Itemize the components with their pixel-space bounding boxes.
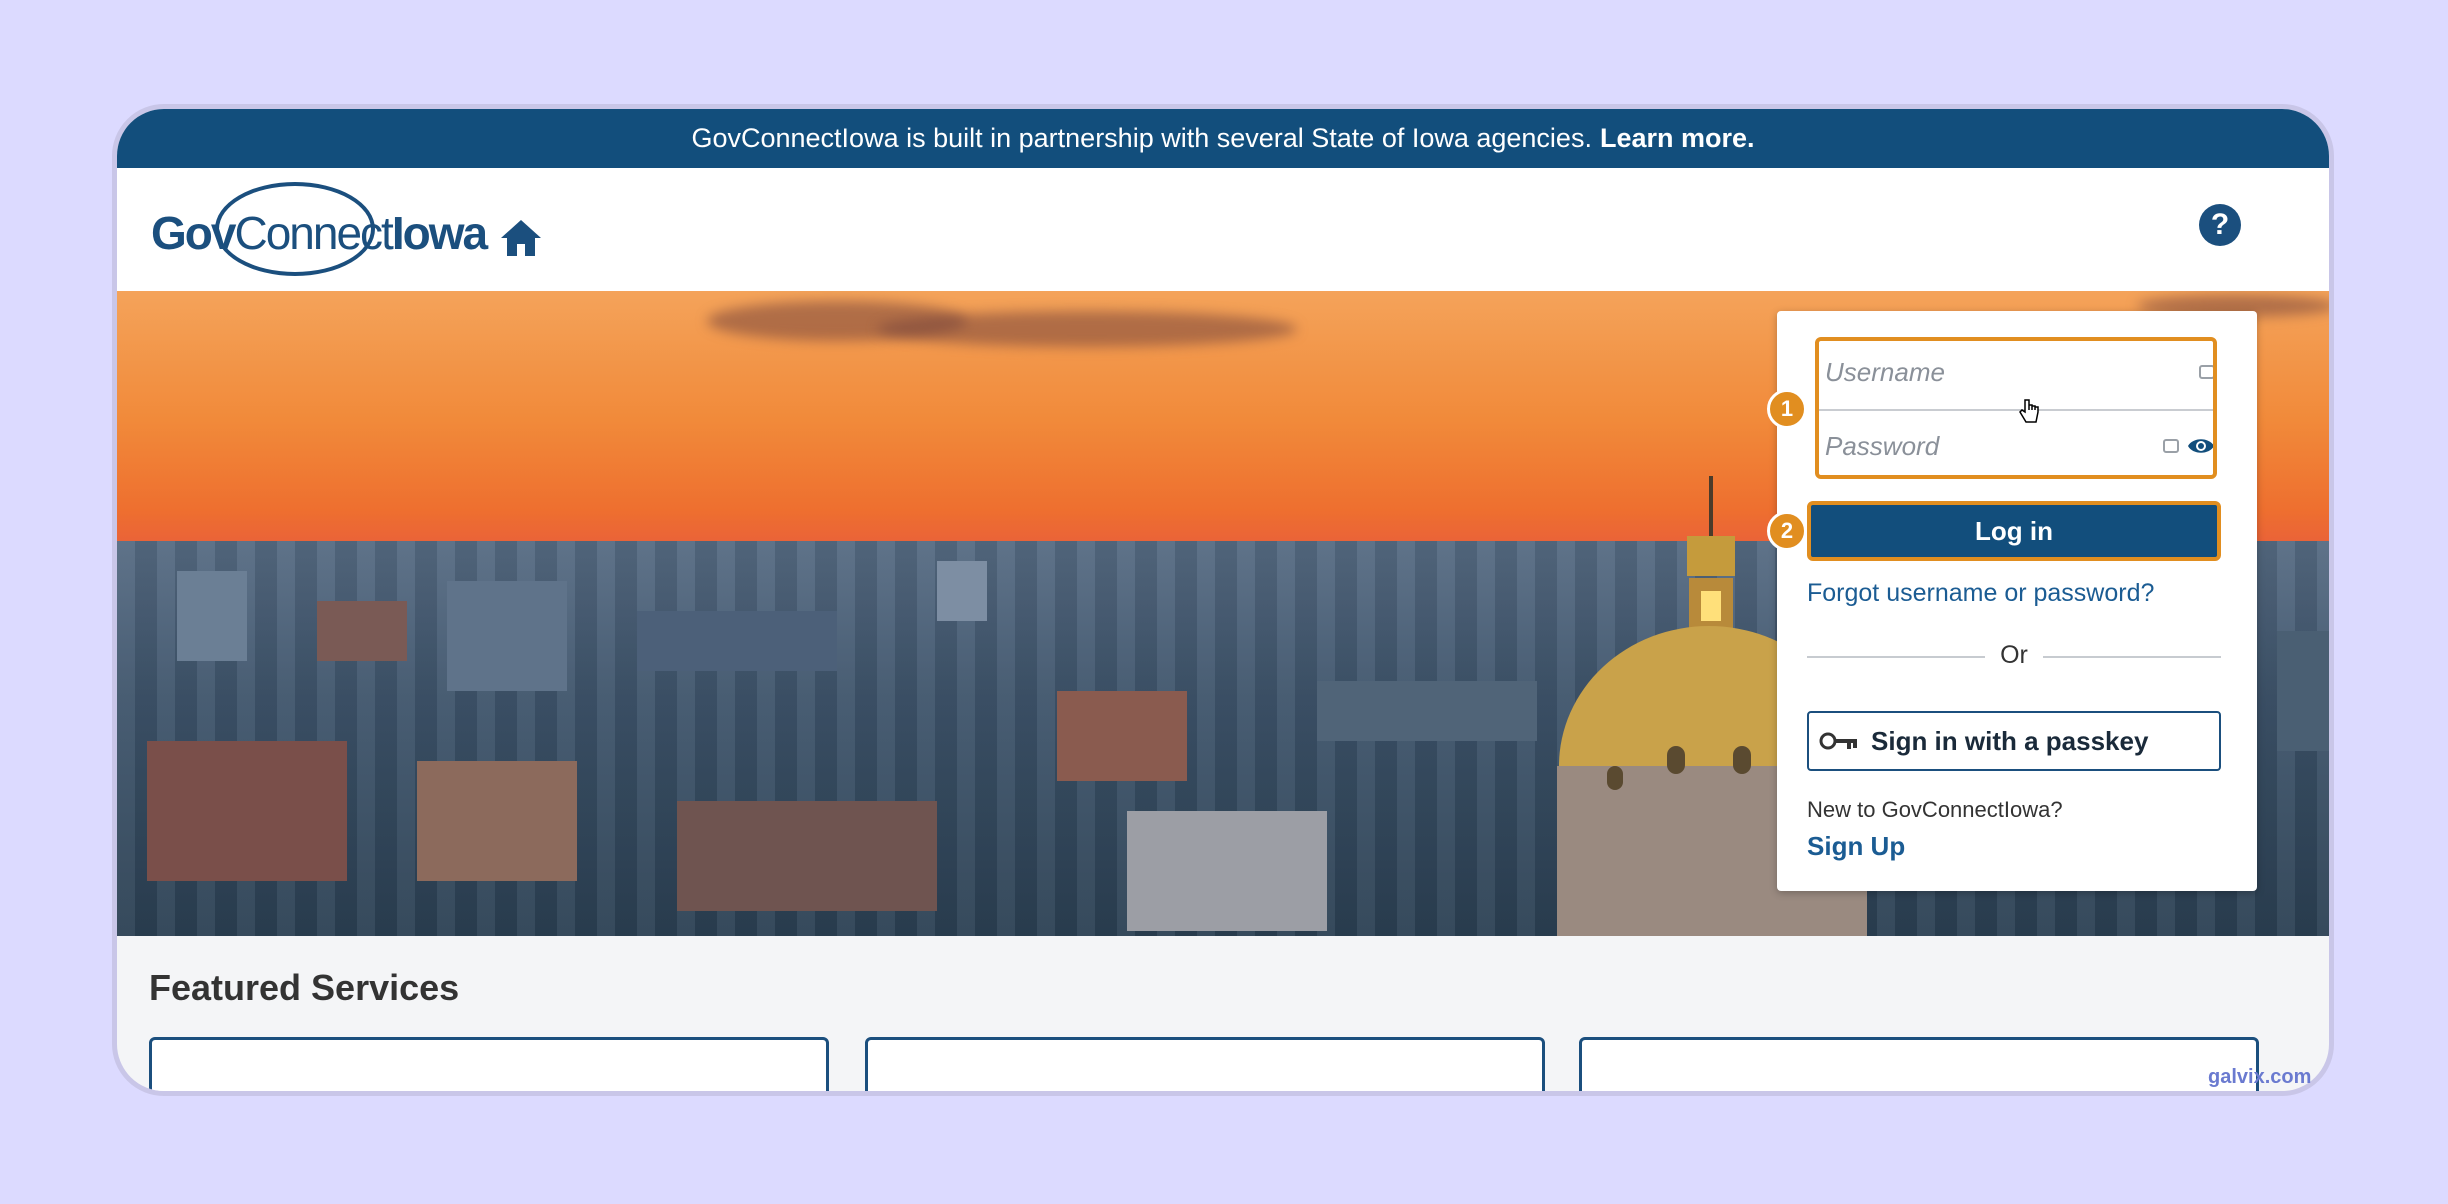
hand-cursor-icon [2019,399,2039,423]
partnership-banner: GovConnectIowa is built in partnership w… [117,109,2329,168]
eye-icon[interactable] [2187,435,2215,457]
help-glyph: ? [2210,208,2230,241]
site-header: GovConnectIowa ? [117,168,2329,291]
banner-text: GovConnectIowa is built in partnership w… [691,123,1592,153]
autofill-icon[interactable] [2199,365,2215,379]
or-divider: Or [1807,641,2221,671]
login-button[interactable]: Log in [1807,501,2221,561]
watermark: galvix.com [2208,1066,2312,1088]
autofill-icon[interactable] [2163,439,2179,453]
key-icon [1819,732,1857,750]
step-badge-2: 2 [1767,511,1807,551]
logo-wordmark: GovConnectIowa [151,206,488,260]
logo-prefix: Gov [151,207,236,259]
logo-mid: Connect [234,207,393,259]
step-number: 2 [1780,518,1794,543]
cloud-shape [877,311,1297,347]
service-card[interactable] [865,1037,1545,1091]
govconnectiowa-logo[interactable]: GovConnectIowa [151,180,541,280]
hero-image: 1 Log in 2 Forgot username or password? … [117,291,2329,936]
passkey-button[interactable]: Sign in with a passkey [1807,711,2221,771]
password-field [1815,411,2215,485]
username-input[interactable] [1823,351,2147,393]
logo-suffix: Iowa [391,207,488,259]
step-badge-1: 1 [1767,389,1807,429]
signup-link[interactable]: Sign Up [1807,831,1905,862]
service-card[interactable] [149,1037,829,1091]
home-icon[interactable] [499,218,543,258]
new-user-prompt: New to GovConnectIowa? [1807,797,2063,822]
divider-line [2043,656,2221,658]
forgot-credentials-link[interactable]: Forgot username or password? [1807,579,2154,608]
step-number: 1 [1780,396,1794,421]
help-circle-icon[interactable]: ? [2199,204,2241,246]
username-field [1815,337,2215,411]
login-card: 1 Log in 2 Forgot username or password? … [1767,311,2257,891]
passkey-label: Sign in with a passkey [1871,725,2149,756]
password-input[interactable] [1823,425,2147,467]
featured-services-title: Featured Services [149,967,460,1008]
learn-more-link[interactable]: Learn more. [1600,123,1755,154]
service-card[interactable] [1579,1037,2259,1091]
browser-frame: GovConnectIowa is built in partnership w… [112,104,2334,1096]
